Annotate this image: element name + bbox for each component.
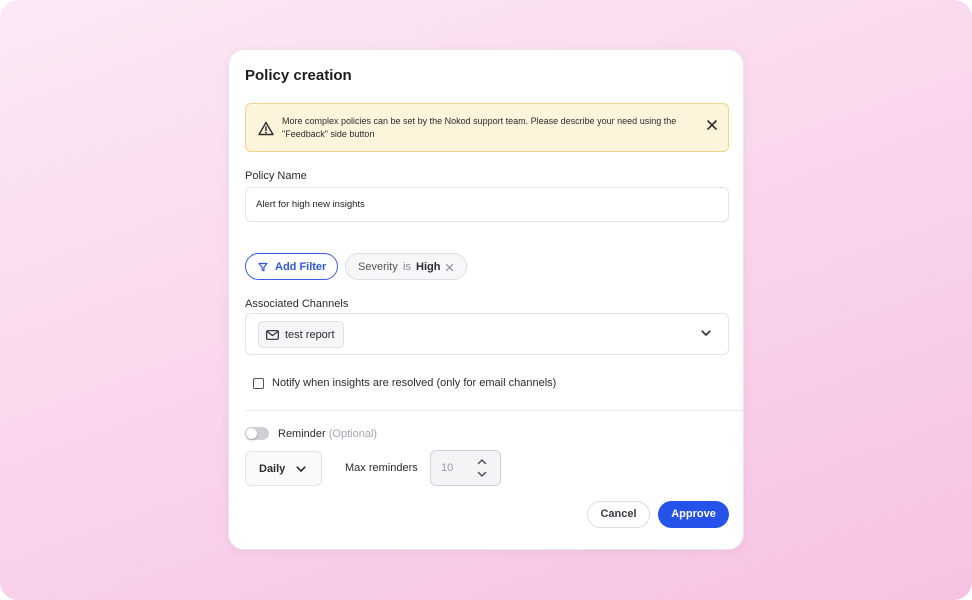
- channel-name: test report: [285, 329, 335, 341]
- info-alert: More complex policies can be set by the …: [245, 103, 729, 152]
- policy-name-input[interactable]: Alert for high new insights: [245, 187, 729, 222]
- reminder-optional: (Optional): [328, 428, 378, 440]
- add-filter-button[interactable]: Add Filter: [245, 253, 338, 280]
- filter-operator: is: [403, 261, 411, 273]
- chevron-down-icon: [701, 330, 711, 336]
- chevron-down-icon: [296, 466, 306, 472]
- approve-button[interactable]: Approve: [658, 501, 729, 528]
- notify-resolved-label: Notify when insights are resolved (only …: [272, 377, 557, 389]
- filter-chip-severity[interactable]: Severity is High: [345, 253, 467, 280]
- reminder-title: Reminder: [278, 428, 326, 440]
- policy-name-label: Policy Name: [245, 170, 307, 182]
- max-reminders-value: 10: [441, 462, 454, 474]
- backdrop: Policy creation More complex policies ca…: [0, 0, 972, 600]
- filter-key: Severity: [358, 261, 398, 273]
- max-reminders-label: Max reminders: [345, 462, 418, 474]
- alert-message: More complex policies can be set by the …: [282, 116, 677, 139]
- add-filter-label: Add Filter: [275, 261, 327, 273]
- associated-channels-label: Associated Channels: [245, 298, 349, 310]
- chevron-down-icon[interactable]: [477, 471, 487, 478]
- channel-tag: test report: [258, 321, 344, 348]
- frequency-value: Daily: [259, 463, 286, 475]
- chevron-up-icon[interactable]: [477, 458, 487, 465]
- filter-value: High: [416, 261, 441, 273]
- remove-filter-icon[interactable]: [445, 263, 454, 272]
- section-divider: [245, 410, 745, 411]
- close-icon[interactable]: [704, 117, 720, 133]
- toggle-knob: [246, 428, 257, 439]
- cancel-button[interactable]: Cancel: [587, 501, 650, 528]
- policy-name-value: Alert for high new insights: [256, 199, 365, 210]
- reminder-label: Reminder (Optional): [278, 428, 377, 440]
- mail-icon: [266, 330, 279, 340]
- filter-icon: [258, 262, 268, 272]
- max-reminders-stepper[interactable]: 10: [430, 450, 501, 486]
- policy-creation-dialog: Policy creation More complex policies ca…: [228, 49, 745, 550]
- channels-select[interactable]: test report: [245, 313, 729, 355]
- notify-resolved-checkbox[interactable]: [253, 378, 264, 389]
- reminder-toggle[interactable]: [245, 427, 269, 440]
- warning-icon: [258, 121, 274, 136]
- frequency-select[interactable]: Daily: [245, 451, 322, 486]
- dialog-title: Policy creation: [245, 67, 352, 84]
